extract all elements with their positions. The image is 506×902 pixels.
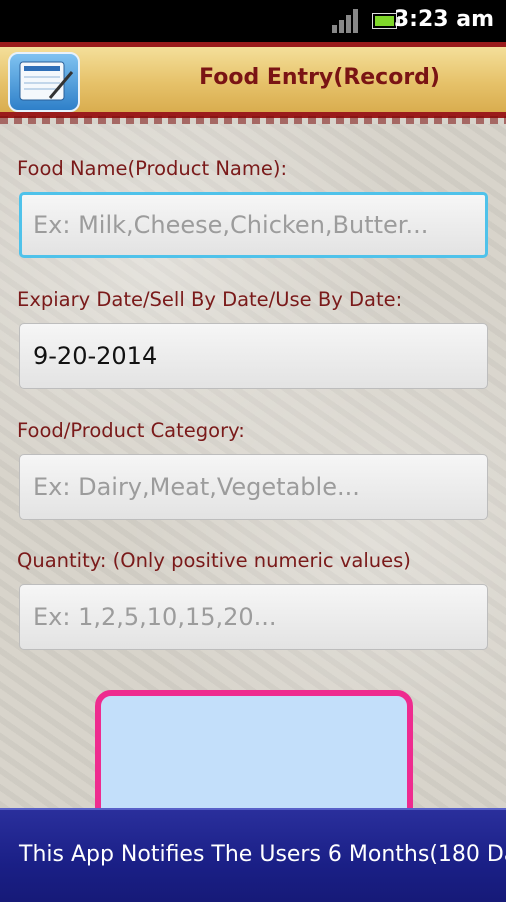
food-name-input[interactable] [19,192,488,258]
info-marquee-text: This App Notifies The Users 6 Months(180… [19,842,506,867]
quantity-label: Quantity: (Only positive numeric values) [17,549,411,572]
food-name-label: Food Name(Product Name): [17,157,288,180]
status-bar: 3:23 am [0,0,506,42]
category-input[interactable] [19,454,488,520]
info-banner: This App Notifies The Users 6 Months(180… [0,808,506,902]
page-title: Food Entry(Record) [199,65,440,90]
quantity-input[interactable] [19,584,488,650]
clock: 3:23 am [393,7,494,32]
category-label: Food/Product Category: [17,419,245,442]
title-bar: Food Entry(Record) [0,42,506,126]
expiry-date-input[interactable] [19,323,488,389]
expiry-date-label: Expiary Date/Sell By Date/Use By Date: [17,288,403,311]
signal-icon [332,9,358,33]
